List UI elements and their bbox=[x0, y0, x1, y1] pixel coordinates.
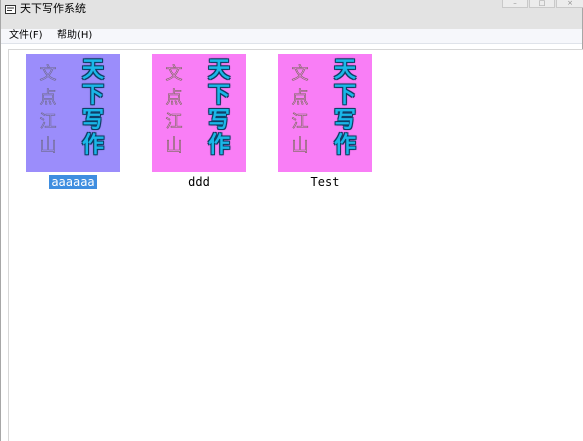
book-item[interactable]: 文 点 江 山 天 下 写 作 aaaaaa bbox=[26, 54, 120, 189]
book-name: aaaaaa bbox=[49, 175, 97, 189]
menu-file[interactable]: 文件(F) bbox=[9, 30, 43, 42]
app-icon bbox=[5, 5, 16, 14]
cover-title: 天 下 写 作 bbox=[207, 58, 230, 158]
book-name-label[interactable]: aaaaaa bbox=[26, 175, 120, 189]
window-title: 天下写作系统 bbox=[20, 2, 86, 15]
book-cover[interactable]: 文 点 江 山 天 下 写 作 bbox=[152, 54, 246, 172]
menu-bar: 文件(F) 帮助(H) bbox=[1, 29, 582, 44]
book-name: ddd bbox=[188, 175, 210, 189]
book-item[interactable]: 文 点 江 山 天 下 写 作 ddd bbox=[152, 54, 246, 189]
app-window: 天下写作系统 – □ × 文件(F) 帮助(H) 文 点 江 山 天 下 写 作 bbox=[0, 0, 583, 441]
book-item[interactable]: 文 点 江 山 天 下 写 作 Test bbox=[278, 54, 372, 189]
cover-title: 天 下 写 作 bbox=[81, 58, 104, 158]
cover-subtitle: 文 点 江 山 bbox=[39, 64, 57, 157]
close-button[interactable]: × bbox=[556, 0, 583, 8]
menu-help[interactable]: 帮助(H) bbox=[57, 30, 92, 42]
book-cover[interactable]: 文 点 江 山 天 下 写 作 bbox=[278, 54, 372, 172]
cover-subtitle: 文 点 江 山 bbox=[165, 64, 183, 157]
book-cover[interactable]: 文 点 江 山 天 下 写 作 bbox=[26, 54, 120, 172]
book-name: Test bbox=[310, 175, 340, 189]
cover-subtitle: 文 点 江 山 bbox=[291, 64, 309, 157]
book-name-label[interactable]: Test bbox=[278, 175, 372, 189]
title-bar[interactable]: 天下写作系统 – □ × bbox=[1, 0, 583, 29]
minimize-button[interactable]: – bbox=[502, 0, 528, 8]
book-list-view[interactable]: 文 点 江 山 天 下 写 作 aaaaaa 文 点 江 山 天 下 写 作 d… bbox=[8, 49, 583, 441]
maximize-button[interactable]: □ bbox=[529, 0, 555, 8]
book-name-label[interactable]: ddd bbox=[152, 175, 246, 189]
cover-title: 天 下 写 作 bbox=[333, 58, 356, 158]
